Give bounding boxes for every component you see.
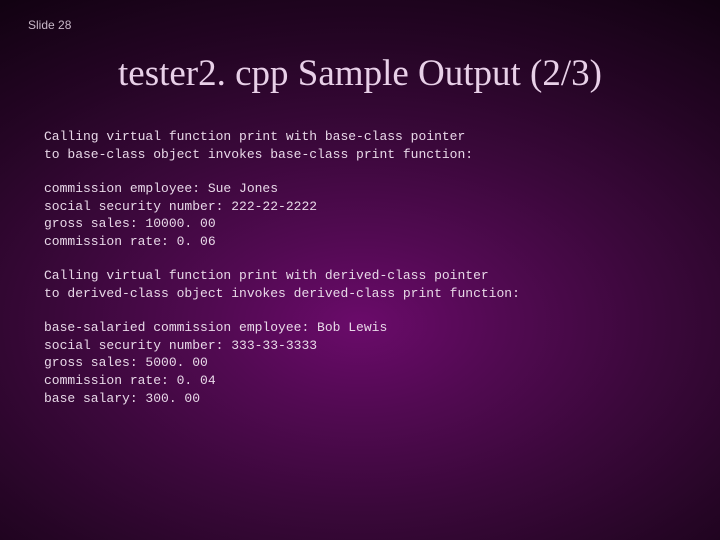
slide-number-label: Slide 28 [28,18,71,32]
slide-title: tester2. cpp Sample Output (2/3) [0,52,720,95]
output-block-1: Calling virtual function print with base… [44,128,676,163]
output-block-2: commission employee: Sue Jones social se… [44,180,676,250]
output-block-3: Calling virtual function print with deri… [44,267,676,302]
slide-content: Calling virtual function print with base… [44,128,676,424]
output-block-4: base-salaried commission employee: Bob L… [44,319,676,407]
